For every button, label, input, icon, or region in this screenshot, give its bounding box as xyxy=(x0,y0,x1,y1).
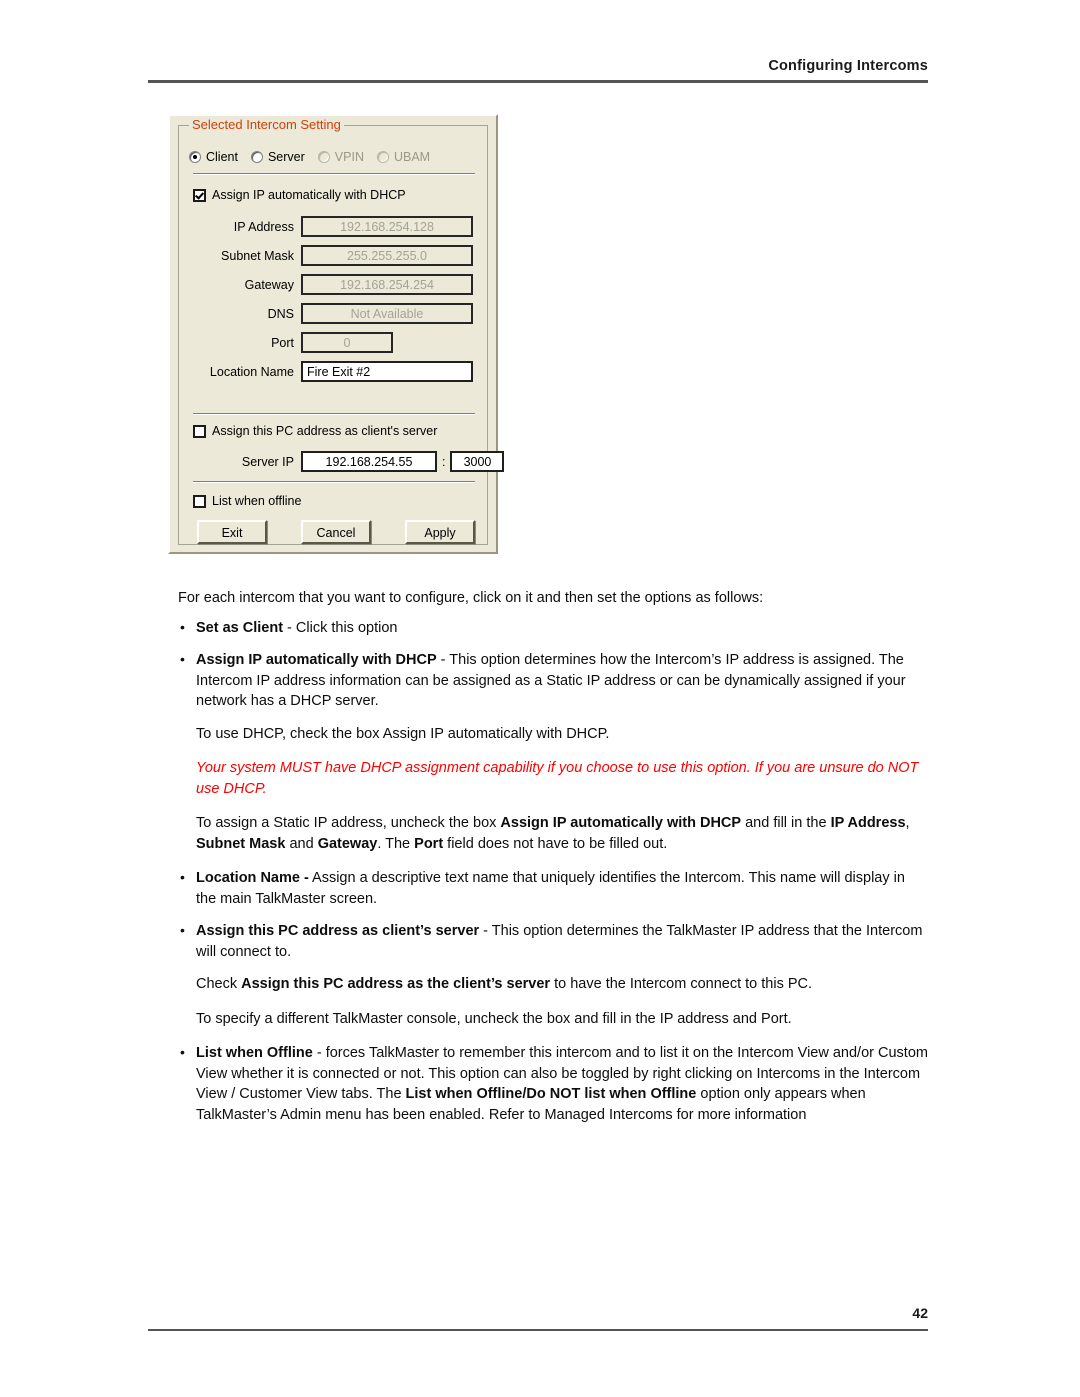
static-ip-part-1: To assign a Static IP address, uncheck t… xyxy=(196,815,501,831)
radio-label-vpin: VPIN xyxy=(334,150,364,164)
static-ip-part-6: field does not have to be filled out. xyxy=(443,835,668,852)
input-port[interactable]: 0 xyxy=(301,332,393,353)
input-gateway[interactable]: 192.168.254.254 xyxy=(301,274,473,295)
groupbox-legend: Selected Intercom Setting xyxy=(189,117,344,132)
static-ip-bold-3: Subnet Mask xyxy=(196,835,286,852)
page-header-title: Configuring Intercoms xyxy=(768,58,928,74)
checkbox-row-assign-pc-address[interactable]: Assign this PC address as client's serve… xyxy=(193,424,437,438)
checkbox-icon-dhcp[interactable] xyxy=(193,188,206,202)
checkbox-label-dhcp: Assign IP automatically with DHCP xyxy=(212,188,406,202)
paragraph-use-dhcp: To use DHCP, check the box Assign IP aut… xyxy=(196,725,610,742)
field-row-server-ip: Server IP 192.168.254.55 : 3000 xyxy=(193,451,505,472)
footer-rule xyxy=(148,1329,928,1331)
radio-item-ubam: UBAM xyxy=(376,150,431,164)
bullet-assign-ip-dhcp-term: Assign IP automatically with DHCP xyxy=(196,652,437,668)
field-row-ip-address: IP Address 192.168.254.128 xyxy=(193,216,473,237)
field-row-location-name: Location Name Fire Exit #2 xyxy=(193,361,473,382)
cancel-button[interactable]: Cancel xyxy=(301,520,371,544)
field-row-gateway: Gateway 192.168.254.254 xyxy=(193,274,473,295)
bullet-location-name: Location Name - Assign a descriptive tex… xyxy=(178,867,928,909)
radio-item-vpin: VPIN xyxy=(317,150,364,164)
selected-intercom-setting-dialog: Selected Intercom Setting Client Server … xyxy=(168,114,505,554)
checkbox-label-list-when-offline: List when offline xyxy=(212,494,302,508)
label-subnet-mask: Subnet Mask xyxy=(221,248,294,263)
radio-icon-vpin xyxy=(317,151,330,163)
paragraph-static-ip: To assign a Static IP address, uncheck t… xyxy=(178,813,928,854)
label-location-name: Location Name xyxy=(209,364,294,379)
field-row-subnet-mask: Subnet Mask 255.255.255.0 xyxy=(193,245,473,266)
radio-icon-ubam xyxy=(376,151,389,163)
bullet-set-as-client-text: - Click this option xyxy=(283,619,398,636)
checkbox-icon-list-when-offline[interactable] xyxy=(193,494,206,508)
paragraph-intro: For each intercom that you want to confi… xyxy=(178,590,764,606)
divider-bottom xyxy=(193,481,475,483)
divider-middle xyxy=(193,413,475,415)
paragraph-different-console: To specify a different TalkMaster consol… xyxy=(196,1010,792,1027)
divider-top xyxy=(193,173,475,175)
apply-button[interactable]: Apply xyxy=(405,520,475,544)
static-ip-bold-5: Port xyxy=(414,835,444,852)
check-pc-part-2: to have the Intercom connect to this PC. xyxy=(550,976,813,992)
static-ip-part-2: and fill in the xyxy=(741,815,831,831)
input-server-ip-port[interactable]: 3000 xyxy=(450,451,505,472)
input-subnet-mask[interactable]: 255.255.255.0 xyxy=(301,245,473,266)
bullet-assign-ip-dhcp: Assign IP automatically with DHCP - This… xyxy=(178,649,928,712)
radio-label-server: Server xyxy=(267,150,305,164)
bullet-set-as-client-term: Set as Client xyxy=(196,619,284,636)
bullet-assign-pc-address: Assign this PC address as client’s serve… xyxy=(178,920,928,962)
checkbox-label-assign-pc-address: Assign this PC address as client's serve… xyxy=(212,424,438,438)
label-dns: DNS xyxy=(267,306,294,321)
check-pc-part-1: Check xyxy=(196,976,242,992)
input-server-ip-address[interactable]: 192.168.254.55 xyxy=(301,451,437,472)
bullet-list-when-offline-term: List when Offline xyxy=(196,1045,313,1061)
paragraph-check-pc-address: Check Assign this PC address as the clie… xyxy=(178,974,928,995)
radio-label-ubam: UBAM xyxy=(393,150,431,164)
static-ip-bold-1: Assign IP automatically with DHCP xyxy=(500,815,742,831)
input-location-name[interactable]: Fire Exit #2 xyxy=(301,361,473,382)
radio-label-client: Client xyxy=(206,150,238,164)
bullet-assign-pc-address-term: Assign this PC address as client’s serve… xyxy=(196,923,480,939)
connection-mode-radio-group: Client Server VPIN UBAM xyxy=(189,150,481,164)
label-ip-address: IP Address xyxy=(233,219,294,234)
bullet-location-name-term: Location Name - xyxy=(196,870,309,886)
document-body: For each intercom that you want to confi… xyxy=(178,588,928,1137)
label-port: Port xyxy=(271,335,294,350)
label-gateway: Gateway xyxy=(244,277,294,292)
input-ip-address[interactable]: 192.168.254.128 xyxy=(301,216,473,237)
check-pc-bold: Assign this PC address as the client’s s… xyxy=(241,976,551,992)
server-ip-separator: : xyxy=(442,454,446,469)
paragraph-dhcp-warning: Your system MUST have DHCP assignment ca… xyxy=(196,760,919,797)
exit-button[interactable]: Exit xyxy=(197,520,267,544)
radio-item-client[interactable]: Client xyxy=(189,150,238,164)
page-number: 42 xyxy=(912,1305,928,1321)
radio-icon-server[interactable] xyxy=(250,151,263,163)
checkbox-row-dhcp[interactable]: Assign IP automatically with DHCP xyxy=(193,188,406,202)
static-ip-part-3: , xyxy=(905,815,910,831)
input-dns[interactable]: Not Available xyxy=(301,303,473,324)
dialog-button-row: Exit Cancel Apply xyxy=(197,520,475,544)
radio-icon-client[interactable] xyxy=(189,151,201,163)
static-ip-part-5: . The xyxy=(377,835,415,852)
bullet-list-when-offline: List when Offline - forces TalkMaster to… xyxy=(178,1042,928,1125)
field-row-dns: DNS Not Available xyxy=(193,303,473,324)
checkbox-icon-assign-pc-address[interactable] xyxy=(193,424,206,438)
checkbox-row-list-when-offline[interactable]: List when offline xyxy=(193,494,301,508)
bullet-set-as-client: Set as Client - Click this option xyxy=(178,617,928,639)
static-ip-part-4: and xyxy=(285,835,318,852)
label-server-ip: Server IP xyxy=(241,454,294,469)
radio-item-server[interactable]: Server xyxy=(250,150,305,164)
field-row-port: Port 0 xyxy=(193,332,393,353)
groupbox-frame: Selected Intercom Setting Client Server … xyxy=(178,117,505,545)
bullet-list-when-offline-term-2: List when Offline/Do NOT list when Offli… xyxy=(405,1086,697,1102)
header-rule xyxy=(148,80,928,83)
static-ip-bold-4: Gateway xyxy=(317,835,378,852)
static-ip-bold-2: IP Address xyxy=(830,815,906,831)
